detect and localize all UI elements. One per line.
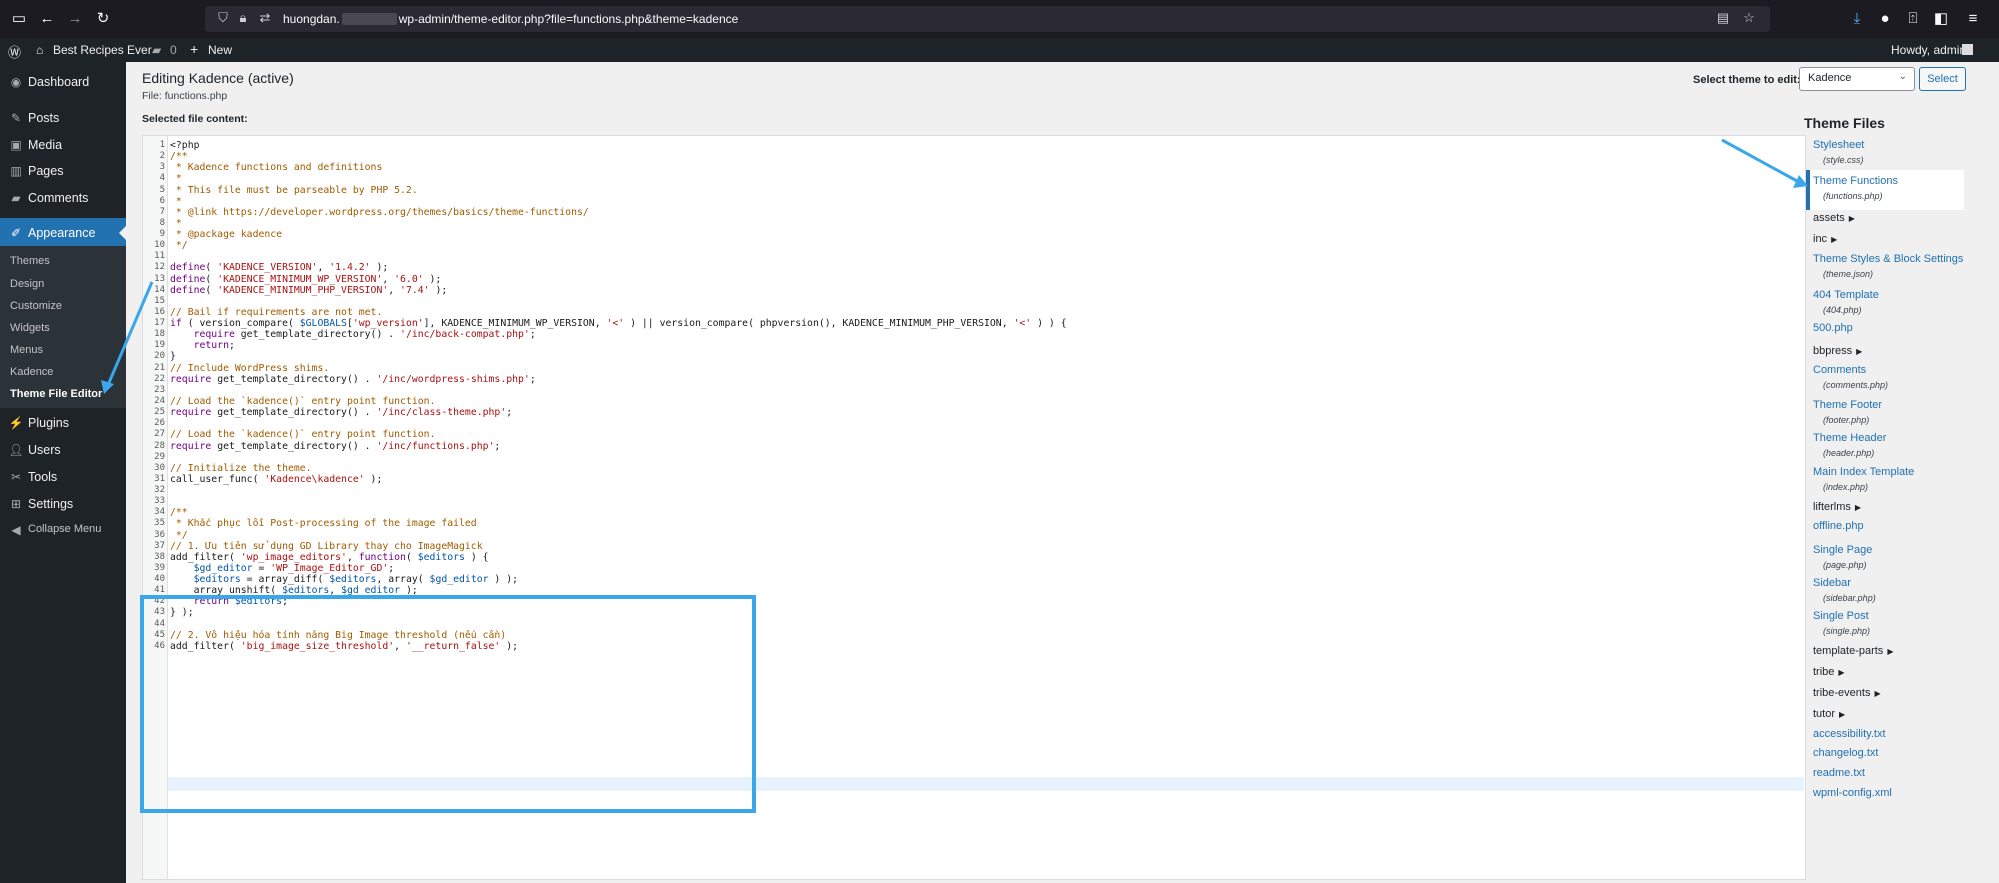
arrow-to-theme-file-editor [106,281,154,386]
arrow-to-theme-functions [1721,138,1798,183]
annotation-arrows [101,138,1808,394]
arrowhead-left [101,380,114,394]
